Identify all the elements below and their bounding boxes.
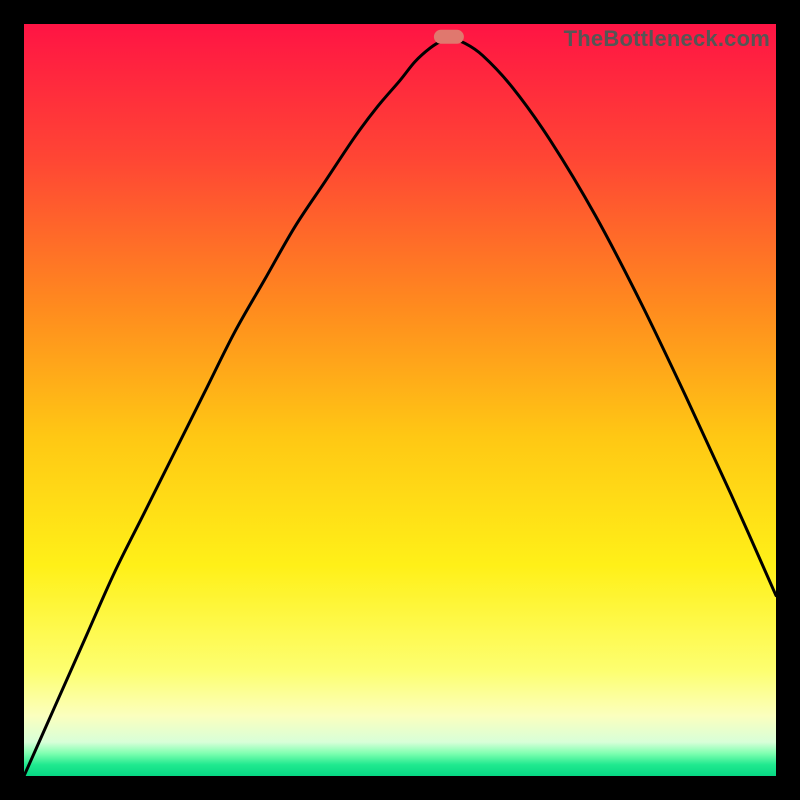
plot-area: TheBottleneck.com bbox=[24, 24, 776, 776]
gradient-background bbox=[24, 24, 776, 776]
chart-frame: TheBottleneck.com bbox=[0, 0, 800, 800]
chart-svg bbox=[24, 24, 776, 776]
minimum-marker bbox=[434, 30, 464, 44]
watermark-text: TheBottleneck.com bbox=[564, 26, 770, 52]
